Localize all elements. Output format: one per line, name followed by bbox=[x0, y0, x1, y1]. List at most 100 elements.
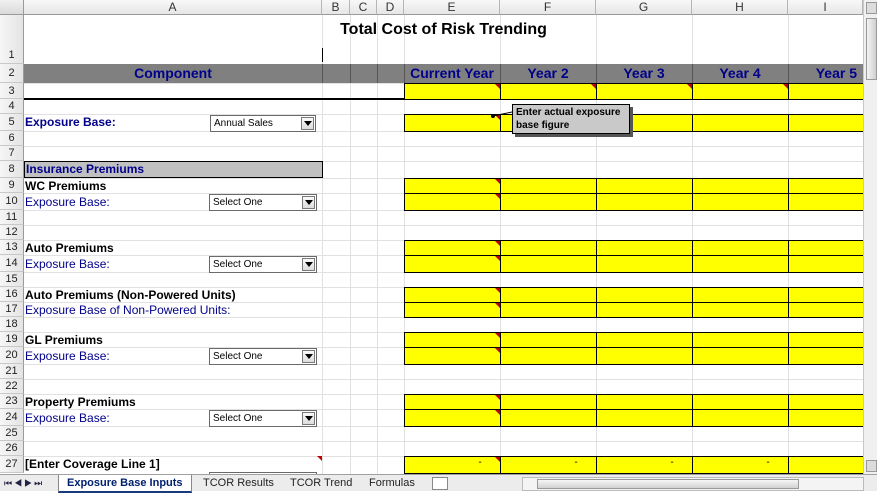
auto-exposure-dropdown[interactable]: Select One bbox=[209, 256, 317, 273]
row-header-19[interactable]: 19 bbox=[0, 332, 24, 347]
input-cell[interactable] bbox=[788, 240, 863, 256]
input-cell[interactable] bbox=[788, 287, 863, 303]
input-cell[interactable] bbox=[788, 394, 863, 410]
chevron-down-icon[interactable] bbox=[302, 412, 315, 425]
input-cell[interactable] bbox=[500, 287, 597, 303]
input-cell[interactable] bbox=[788, 409, 863, 427]
input-cell[interactable] bbox=[404, 193, 501, 211]
row-header-21[interactable]: 21 bbox=[0, 364, 24, 379]
gl-exposure-dropdown[interactable]: Select One bbox=[209, 348, 317, 365]
row-header-12[interactable]: 12 bbox=[0, 225, 24, 240]
row-header-11[interactable]: 11 bbox=[0, 210, 24, 225]
row-header-27[interactable]: 27 bbox=[0, 456, 24, 473]
input-cell[interactable] bbox=[500, 409, 597, 427]
chevron-down-icon[interactable] bbox=[301, 117, 314, 130]
input-cell[interactable] bbox=[692, 255, 789, 273]
row-header-16[interactable]: 16 bbox=[0, 287, 24, 302]
input-cell[interactable] bbox=[404, 83, 501, 100]
spreadsheet-grid[interactable]: A B C D E F G H I 1 2 3 4 5 6 7 8 9 10 1… bbox=[0, 0, 863, 474]
row-header-22[interactable]: 22 bbox=[0, 379, 24, 394]
input-cell[interactable] bbox=[788, 114, 863, 132]
input-cell[interactable] bbox=[596, 255, 693, 273]
insert-sheet-icon[interactable] bbox=[432, 477, 448, 490]
row-header-24[interactable]: 24 bbox=[0, 409, 24, 426]
input-cell[interactable] bbox=[500, 240, 597, 256]
input-cell[interactable] bbox=[596, 409, 693, 427]
input-cell[interactable] bbox=[404, 409, 501, 427]
input-cell[interactable] bbox=[404, 287, 501, 303]
input-cell[interactable] bbox=[404, 347, 501, 365]
input-cell[interactable] bbox=[404, 240, 501, 256]
scroll-up-icon[interactable] bbox=[866, 2, 877, 14]
row-header-5[interactable]: 5 bbox=[0, 114, 24, 131]
input-cell[interactable] bbox=[500, 332, 597, 348]
column-header-c[interactable]: C bbox=[350, 0, 377, 15]
wc-exposure-dropdown[interactable]: Select One bbox=[209, 194, 317, 211]
row-header-14[interactable]: 14 bbox=[0, 255, 24, 272]
column-header-g[interactable]: G bbox=[596, 0, 692, 15]
input-cell[interactable] bbox=[692, 193, 789, 211]
row-header-1[interactable]: 1 bbox=[0, 15, 24, 64]
input-cell[interactable] bbox=[500, 83, 597, 100]
row-header-17[interactable]: 17 bbox=[0, 302, 24, 317]
row-header-18[interactable]: 18 bbox=[0, 317, 24, 332]
row-header-13[interactable]: 13 bbox=[0, 240, 24, 255]
input-cell[interactable] bbox=[692, 178, 789, 194]
input-cell[interactable] bbox=[404, 332, 501, 348]
row-header-2[interactable]: 2 bbox=[0, 64, 24, 83]
input-cell[interactable] bbox=[788, 347, 863, 365]
input-cell[interactable] bbox=[500, 302, 597, 318]
input-cell[interactable] bbox=[692, 347, 789, 365]
row-header-20[interactable]: 20 bbox=[0, 347, 24, 364]
row-header-25[interactable]: 25 bbox=[0, 426, 24, 441]
vertical-scrollbar[interactable] bbox=[863, 0, 877, 474]
select-all-corner[interactable] bbox=[0, 0, 24, 15]
input-cell[interactable] bbox=[692, 114, 789, 132]
tab-tcor-results[interactable]: TCOR Results bbox=[195, 475, 282, 491]
vertical-scroll-thumb[interactable] bbox=[866, 18, 877, 80]
input-cell[interactable] bbox=[404, 178, 501, 194]
column-header-d[interactable]: D bbox=[377, 0, 404, 15]
input-cell[interactable] bbox=[788, 255, 863, 273]
input-cell[interactable] bbox=[596, 83, 693, 100]
row-header-6[interactable]: 6 bbox=[0, 131, 24, 146]
input-cell[interactable] bbox=[500, 347, 597, 365]
input-cell[interactable] bbox=[500, 255, 597, 273]
row-header-26[interactable]: 26 bbox=[0, 441, 24, 456]
input-cell[interactable] bbox=[500, 394, 597, 410]
tab-navigation-icons[interactable]: ⏮◀▶⏭ bbox=[4, 478, 44, 489]
row-header-7[interactable]: 7 bbox=[0, 146, 24, 161]
chevron-down-icon[interactable] bbox=[302, 196, 315, 209]
input-cell[interactable] bbox=[596, 332, 693, 348]
input-cell[interactable] bbox=[596, 302, 693, 318]
input-cell[interactable] bbox=[788, 332, 863, 348]
input-cell[interactable] bbox=[596, 178, 693, 194]
column-header-a[interactable]: A bbox=[24, 0, 322, 15]
row-header-4[interactable]: 4 bbox=[0, 99, 24, 114]
input-cell[interactable] bbox=[692, 409, 789, 427]
exposure-base-dropdown[interactable]: Annual Sales bbox=[210, 115, 316, 132]
input-cell[interactable] bbox=[692, 394, 789, 410]
row-header-10[interactable]: 10 bbox=[0, 193, 24, 210]
input-cell[interactable] bbox=[692, 302, 789, 318]
row-header-15[interactable]: 15 bbox=[0, 272, 24, 287]
column-header-f[interactable]: F bbox=[500, 0, 596, 15]
input-cell[interactable] bbox=[596, 193, 693, 211]
horizontal-scroll-thumb[interactable] bbox=[537, 479, 799, 489]
chevron-down-icon[interactable] bbox=[302, 258, 315, 271]
column-header-i[interactable]: I bbox=[788, 0, 863, 15]
column-header-e[interactable]: E bbox=[404, 0, 500, 15]
input-cell[interactable] bbox=[404, 255, 501, 273]
scroll-down-icon[interactable] bbox=[866, 460, 877, 472]
input-cell[interactable] bbox=[500, 193, 597, 211]
input-cell[interactable] bbox=[596, 347, 693, 365]
tab-formulas[interactable]: Formulas bbox=[361, 475, 423, 491]
row-header-9[interactable]: 9 bbox=[0, 178, 24, 193]
input-cell[interactable] bbox=[404, 302, 501, 318]
input-cell[interactable] bbox=[404, 114, 501, 132]
tab-tcor-trend[interactable]: TCOR Trend bbox=[282, 475, 360, 491]
input-cell[interactable] bbox=[788, 302, 863, 318]
input-cell[interactable] bbox=[404, 394, 501, 410]
column-header-h[interactable]: H bbox=[692, 0, 788, 15]
input-cell[interactable] bbox=[692, 240, 789, 256]
